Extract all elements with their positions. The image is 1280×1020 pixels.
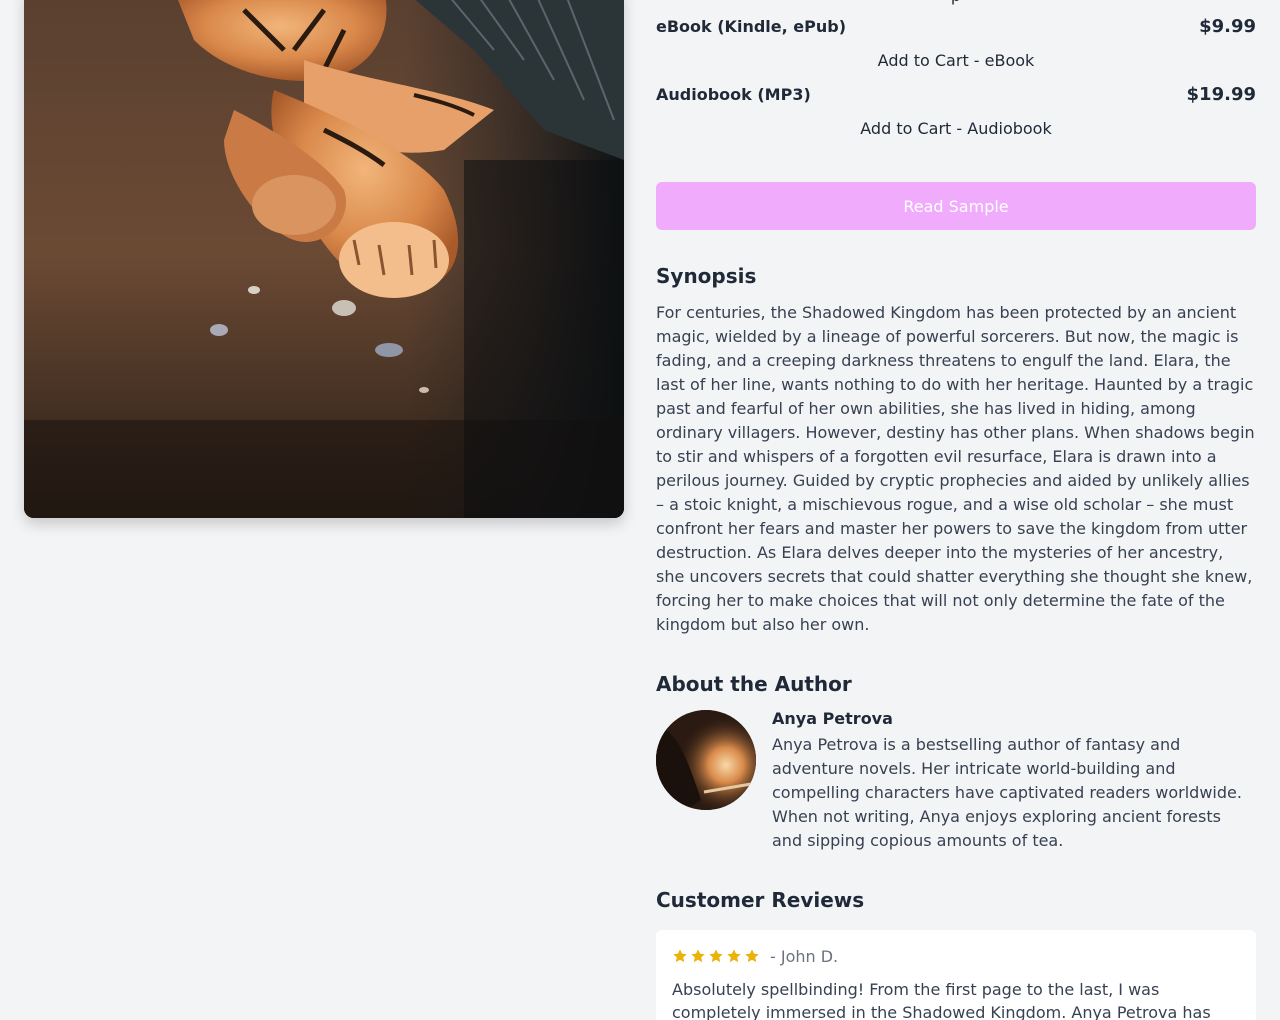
read-sample-button[interactable]: Read Sample	[656, 182, 1256, 230]
star-icon	[727, 949, 741, 963]
reviews-heading: Customer Reviews	[656, 888, 865, 912]
review-text: Absolutely spellbinding! From the first …	[672, 980, 1211, 1020]
review-card: - John D. Absolutely spellbinding! From …	[656, 930, 1256, 1020]
format-row-ebook: eBook (Kindle, ePub) $9.99	[656, 16, 1256, 37]
format-price: $9.99	[1199, 16, 1256, 37]
star-rating	[672, 948, 760, 964]
author-heading: About the Author	[656, 672, 852, 696]
star-icon	[673, 949, 687, 963]
star-icon	[709, 949, 723, 963]
book-detail-page: p eBook (Kindle, ePub) $9.99 Add to Cart…	[0, 0, 1280, 1020]
format-name: Audiobook (MP3)	[656, 85, 811, 104]
format-price: $19.99	[1186, 84, 1256, 105]
clipped-text: p	[656, 0, 1256, 5]
synopsis-heading: Synopsis	[656, 264, 757, 288]
tiger-photo	[24, 0, 624, 518]
add-to-cart-audiobook-button[interactable]: Add to Cart - Audiobook	[656, 119, 1256, 138]
book-cover-image	[24, 0, 624, 518]
star-icon	[691, 949, 705, 963]
reviewer-name: - John D.	[770, 947, 839, 966]
star-icon	[745, 949, 759, 963]
author-name: Anya Petrova	[772, 709, 893, 728]
add-to-cart-ebook-button[interactable]: Add to Cart - eBook	[656, 51, 1256, 70]
format-row-audiobook: Audiobook (MP3) $19.99	[656, 84, 1256, 105]
avatar	[656, 710, 756, 810]
synopsis-text: For centuries, the Shadowed Kingdom has …	[656, 303, 1255, 634]
author-bio: Anya Petrova is a bestselling author of …	[772, 735, 1242, 850]
format-name: eBook (Kindle, ePub)	[656, 17, 846, 36]
